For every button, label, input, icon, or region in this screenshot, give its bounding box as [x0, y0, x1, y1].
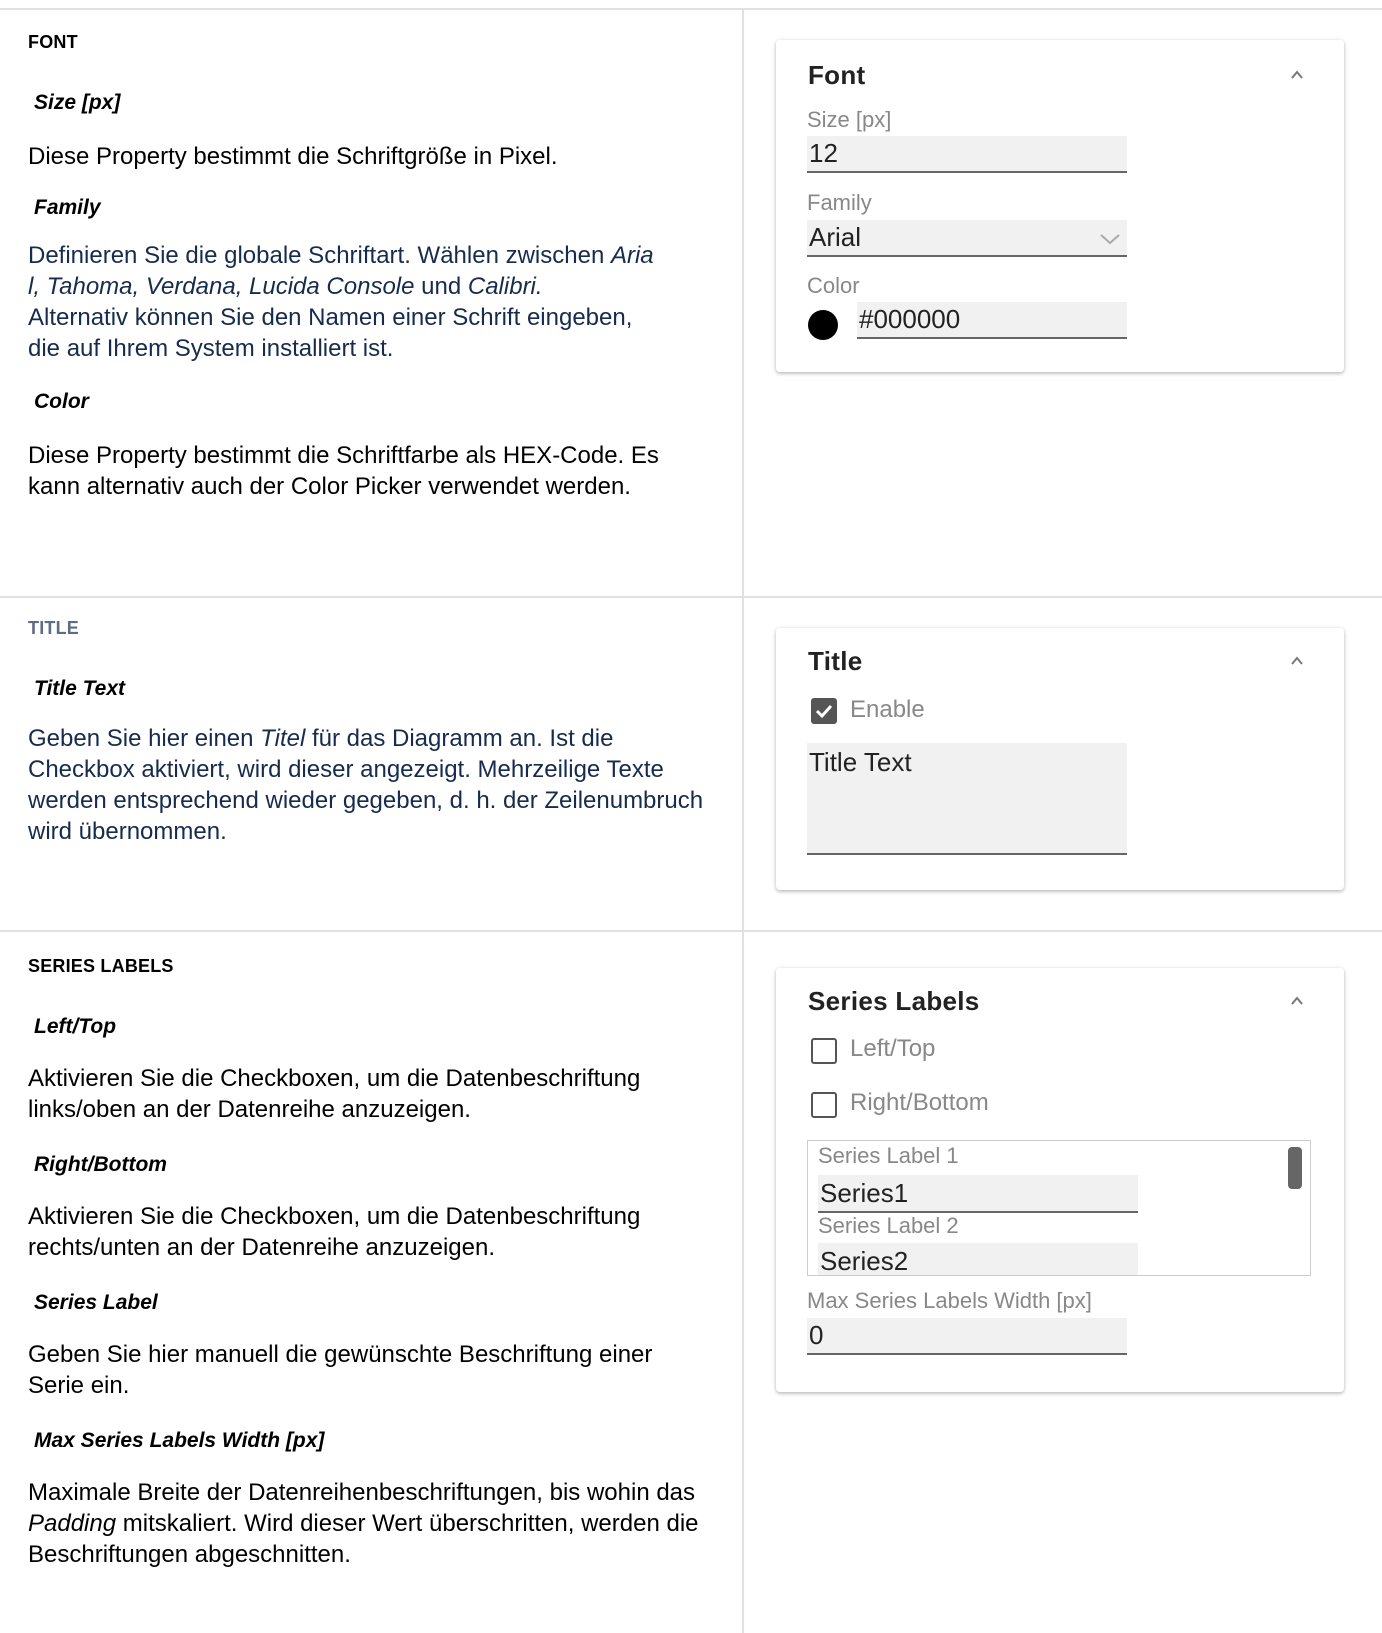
family-desc-installed: die auf Ihrem System installiert ist.	[28, 335, 394, 362]
row-font: FONT Size [px] Diese Property bestimmt d…	[0, 8, 1382, 596]
panel-title-font: Font	[808, 60, 866, 90]
prop-desc-series-label: Geben Sie hier manuell die gewünschte Be…	[28, 1341, 653, 1399]
prop-desc-maxwidth: Maximale Breite der Datenreihenbeschrift…	[28, 1477, 718, 1570]
section-heading-title: TITLE	[28, 618, 79, 638]
section-heading-font: FONT	[28, 32, 78, 52]
series-labels-list[interactable]: Series Label 1 Series1 Series Label 2 Se…	[807, 1140, 1311, 1276]
rightbottom-checkbox[interactable]	[811, 1092, 837, 1118]
section-heading-series: SERIES LABELS	[28, 956, 174, 976]
series-panel: Series Labels Left/Top Right/Bottom Seri…	[776, 968, 1344, 1392]
scrollbar-thumb[interactable]	[1288, 1147, 1302, 1189]
rightbottom-label: Right/Bottom	[850, 1089, 989, 1116]
series-label-1-input[interactable]: Series1	[818, 1175, 1138, 1213]
size-input[interactable]: 12	[807, 136, 1127, 173]
family-select[interactable]: Arial	[807, 220, 1127, 257]
font-doc: FONT Size [px] Diese Property bestimmt d…	[28, 32, 728, 502]
enable-checkbox[interactable]	[811, 698, 837, 724]
title-desc-start: Geben Sie hier einen	[28, 725, 261, 752]
property-table: FONT Size [px] Diese Property bestimmt d…	[0, 8, 1382, 1633]
prop-title-color: Color	[34, 390, 89, 413]
family-desc-fonts-cont: l, Tahoma, Verdana, Lucida Console	[28, 273, 415, 300]
panel-title-series: Series Labels	[808, 986, 980, 1016]
prop-desc-size: Diese Property bestimmt die Schriftgröße…	[28, 143, 558, 170]
prop-desc-lefttop: Aktivieren Sie die Checkboxen, um die Da…	[28, 1065, 641, 1123]
prop-desc-title-text: Geben Sie hier einen Titel für das Diagr…	[28, 723, 708, 847]
maxwidth-label: Max Series Labels Width [px]	[807, 1288, 1092, 1313]
row-title: TITLE Title Text Geben Sie hier einen Ti…	[0, 596, 1382, 930]
chevron-up-icon[interactable]	[1290, 68, 1304, 82]
lefttop-checkbox[interactable]	[811, 1038, 837, 1064]
title-desc-italic: Titel	[260, 725, 306, 752]
maxwidth-input[interactable]: 0	[807, 1318, 1127, 1355]
chevron-down-icon	[1100, 234, 1120, 245]
chevron-up-icon[interactable]	[1290, 994, 1304, 1008]
family-value: Arial	[809, 222, 862, 252]
prop-title-size: Size [px]	[34, 91, 121, 114]
chevron-up-icon[interactable]	[1290, 654, 1304, 668]
family-desc-und: und	[414, 273, 468, 300]
check-icon	[815, 704, 833, 719]
family-label: Family	[807, 190, 872, 215]
panel-title-title: Title	[808, 646, 863, 676]
color-swatch[interactable]	[808, 310, 838, 340]
prop-desc-color: Diese Property bestimmt die Schriftfarbe…	[28, 442, 659, 500]
maxwidth-desc-italic: Padding	[28, 1510, 117, 1537]
prop-title-text: Title Text	[34, 677, 126, 700]
family-desc-text: Definieren Sie die globale Schriftart. W…	[28, 242, 611, 269]
family-desc-calibri: Calibri.	[467, 273, 543, 300]
prop-title-series-label: Series Label	[34, 1291, 158, 1314]
title-text-area[interactable]: Title Text	[807, 743, 1127, 855]
title-panel: Title Enable Title Text	[776, 628, 1344, 890]
font-panel: Font Size [px] 12 Family Arial Color #00…	[776, 40, 1344, 372]
enable-label: Enable	[850, 696, 925, 723]
row-series-labels: SERIES LABELS Left/Top Aktivieren Sie di…	[0, 930, 1382, 1633]
prop-title-rightbottom: Right/Bottom	[34, 1153, 167, 1176]
lefttop-label: Left/Top	[850, 1035, 936, 1062]
prop-title-maxwidth: Max Series Labels Width [px]	[34, 1429, 325, 1452]
series-label-2-input[interactable]: Series2	[818, 1243, 1138, 1275]
title-doc: TITLE Title Text Geben Sie hier einen Ti…	[28, 618, 728, 847]
maxwidth-desc-rest: mitskaliert. Wird dieser Wert überschrit…	[28, 1510, 699, 1568]
size-label: Size [px]	[807, 107, 892, 132]
family-desc-alt: Alternativ können Sie den Namen einer Sc…	[28, 304, 633, 331]
prop-desc-rightbottom: Aktivieren Sie die Checkboxen, um die Da…	[28, 1203, 641, 1261]
color-label: Color	[807, 273, 860, 298]
series-label-1-label: Series Label 1	[818, 1143, 959, 1168]
maxwidth-desc-start: Maximale Breite der Datenreihenbeschrift…	[28, 1479, 696, 1506]
prop-title-family: Family	[34, 196, 101, 219]
prop-desc-family: Definieren Sie die globale Schriftart. W…	[28, 240, 728, 364]
family-desc-fonts: Aria	[610, 242, 654, 269]
prop-title-lefttop: Left/Top	[34, 1015, 117, 1038]
series-doc: SERIES LABELS Left/Top Aktivieren Sie di…	[28, 956, 728, 1570]
series-label-2-label: Series Label 2	[818, 1213, 959, 1238]
color-input[interactable]: #000000	[857, 302, 1127, 339]
